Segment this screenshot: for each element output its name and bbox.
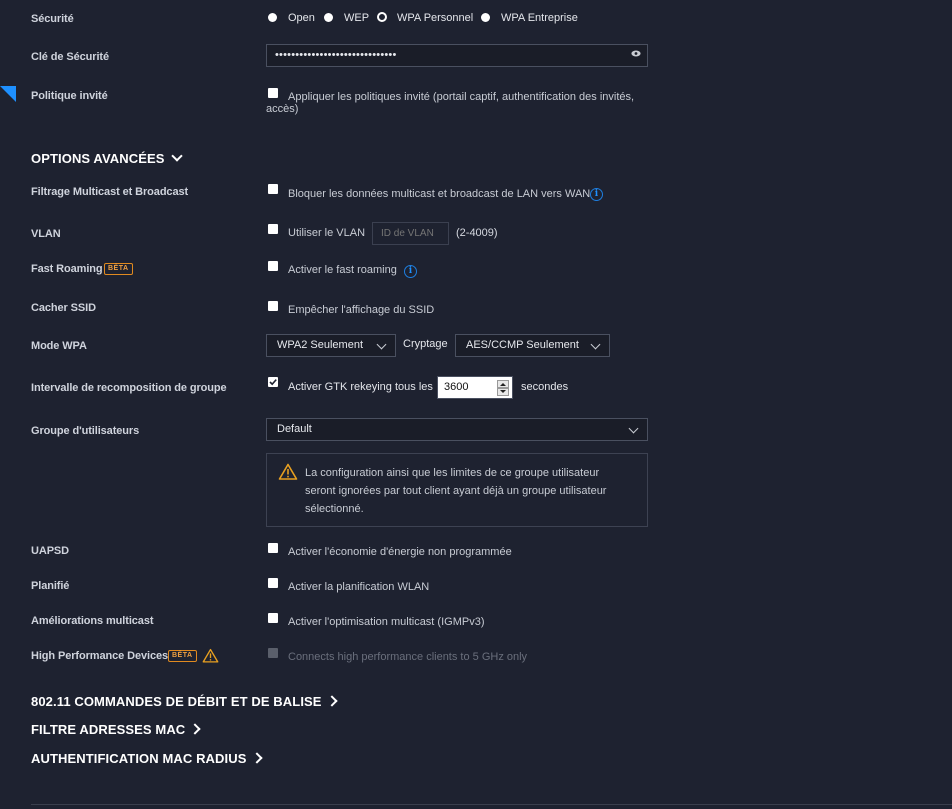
radio-wep[interactable] — [324, 13, 333, 22]
scheduled-checkbox[interactable] — [268, 578, 278, 588]
vlan-text: Utiliser le VLAN — [288, 227, 366, 239]
rekey-interval-value: 3600 — [444, 381, 469, 393]
rates-section-header[interactable]: 802.11 COMMANDES DE DÉBIT ET DE BALISE — [31, 694, 338, 709]
vlan-range: (2-4009) — [456, 227, 498, 239]
hpd-label: High Performance Devices — [31, 650, 168, 662]
hide-ssid-checkbox[interactable] — [268, 301, 278, 311]
warning-icon — [278, 463, 298, 480]
radio-wpa-personnel[interactable] — [377, 12, 387, 22]
radio-open-label: Open — [288, 12, 315, 24]
radio-wpa-entreprise-label: WPA Entreprise — [501, 12, 578, 24]
mac-filter-section-title: FILTRE ADRESSES MAC — [31, 722, 186, 737]
rekey-interval-input[interactable]: 3600 — [437, 376, 513, 399]
advanced-options-header[interactable]: OPTIONS AVANCÉES — [31, 150, 183, 166]
uapsd-checkbox[interactable] — [268, 543, 278, 553]
info-icon[interactable]: i — [404, 265, 417, 278]
fast-roaming-label: Fast Roaming — [31, 263, 103, 275]
hide-ssid-text: Empêcher l'affichage du SSID — [288, 304, 435, 316]
warning-icon — [202, 648, 219, 663]
info-icon[interactable]: i — [590, 188, 603, 201]
chevron-right-icon — [189, 723, 201, 735]
spin-up-icon[interactable] — [497, 380, 509, 388]
vlan-label: VLAN — [31, 228, 61, 240]
uapsd-text: Activer l'économie d'énergie non program… — [288, 546, 512, 558]
security-key-label: Clé de Sécurité — [31, 51, 109, 63]
wpa-mode-select[interactable]: WPA2 Seulement — [266, 334, 396, 357]
guest-policy-checkbox[interactable] — [268, 88, 278, 98]
advanced-options-title: OPTIONS AVANCÉES — [31, 151, 165, 166]
hpd-text: Connects high performance clients to 5 G… — [288, 651, 528, 663]
radio-wpa-personnel-label: WPA Personnel — [397, 12, 474, 24]
guest-policy-text-2: accès) — [266, 103, 299, 115]
divider — [31, 804, 952, 805]
eye-icon[interactable] — [631, 50, 641, 57]
beta-badge: BÊTA — [104, 263, 133, 275]
warning-line-3: sélectionné. — [305, 503, 364, 515]
multicast-filter-checkbox[interactable] — [268, 184, 278, 194]
chevron-right-icon — [250, 752, 263, 764]
checkmark-icon — [269, 379, 277, 386]
chevron-down-icon — [628, 423, 639, 434]
multicast-filter-label: Filtrage Multicast et Broadcast — [31, 186, 189, 198]
user-group-value: Default — [277, 423, 312, 435]
multicast-enh-label: Améliorations multicast — [31, 615, 154, 627]
chevron-down-icon — [170, 150, 183, 162]
radio-wpa-entreprise[interactable] — [481, 13, 490, 22]
scheduled-label: Planifié — [31, 580, 70, 592]
user-group-warning: La configuration ainsi que les limites d… — [266, 453, 648, 527]
warning-text: La configuration ainsi que les limites d… — [305, 464, 640, 518]
security-key-value: •••••••••••••••••••••••••••••• — [275, 49, 397, 61]
chevron-down-icon — [590, 339, 601, 350]
multicast-enh-text: Activer l'optimisation multicast (IGMPv3… — [288, 616, 485, 628]
fast-roaming-checkbox[interactable] — [268, 261, 278, 271]
multicast-enh-checkbox[interactable] — [268, 613, 278, 623]
user-group-label: Groupe d'utilisateurs — [31, 425, 140, 437]
encryption-select[interactable]: AES/CCMP Seulement — [455, 334, 610, 357]
security-key-field[interactable]: •••••••••••••••••••••••••••••• — [266, 44, 648, 67]
user-group-select[interactable]: Default — [266, 418, 648, 441]
wpa-mode-value: WPA2 Seulement — [277, 339, 364, 351]
radio-open[interactable] — [268, 13, 277, 22]
warning-line-1: La configuration ainsi que les limites d… — [305, 467, 600, 479]
chevron-down-icon — [376, 339, 387, 350]
rekey-unit: secondes — [521, 381, 569, 393]
group-rekey-text: Activer GTK rekeying tous les — [288, 381, 433, 393]
group-rekey-label: Intervalle de recomposition de groupe — [31, 382, 227, 394]
spin-down-icon[interactable] — [497, 388, 509, 396]
hide-ssid-label: Cacher SSID — [31, 302, 96, 314]
mac-filter-section-header[interactable]: FILTRE ADRESSES MAC — [31, 722, 201, 737]
radius-mac-section-header[interactable]: AUTHENTIFICATION MAC RADIUS — [31, 751, 263, 766]
encryption-label: Cryptage — [403, 338, 448, 350]
hpd-checkbox[interactable] — [268, 648, 278, 658]
beta-badge: BÊTA — [168, 650, 197, 662]
fast-roaming-text: Activer le fast roaming — [288, 264, 397, 276]
vlan-checkbox[interactable] — [268, 224, 278, 234]
guest-policy-text-1: Appliquer les politiques invité (portail… — [288, 91, 635, 103]
encryption-value: AES/CCMP Seulement — [466, 339, 579, 351]
radius-mac-section-title: AUTHENTIFICATION MAC RADIUS — [31, 751, 247, 766]
chevron-right-icon — [325, 695, 338, 707]
uapsd-label: UAPSD — [31, 545, 70, 557]
group-rekey-checkbox[interactable] — [268, 377, 278, 387]
rates-section-title: 802.11 COMMANDES DE DÉBIT ET DE BALISE — [31, 694, 322, 709]
spinner-buttons[interactable] — [497, 380, 509, 396]
security-label: Sécurité — [31, 13, 74, 25]
warning-line-2: seront ignorées par tout client ayant dé… — [305, 485, 607, 497]
radio-wep-label: WEP — [344, 12, 370, 24]
wpa-mode-label: Mode WPA — [31, 340, 87, 352]
vlan-id-input[interactable] — [372, 222, 449, 245]
corner-marker — [0, 86, 16, 102]
multicast-filter-text: Bloquer les données multicast et broadca… — [288, 188, 591, 200]
scheduled-text: Activer la planification WLAN — [288, 581, 430, 593]
guest-policy-label: Politique invité — [31, 90, 108, 102]
